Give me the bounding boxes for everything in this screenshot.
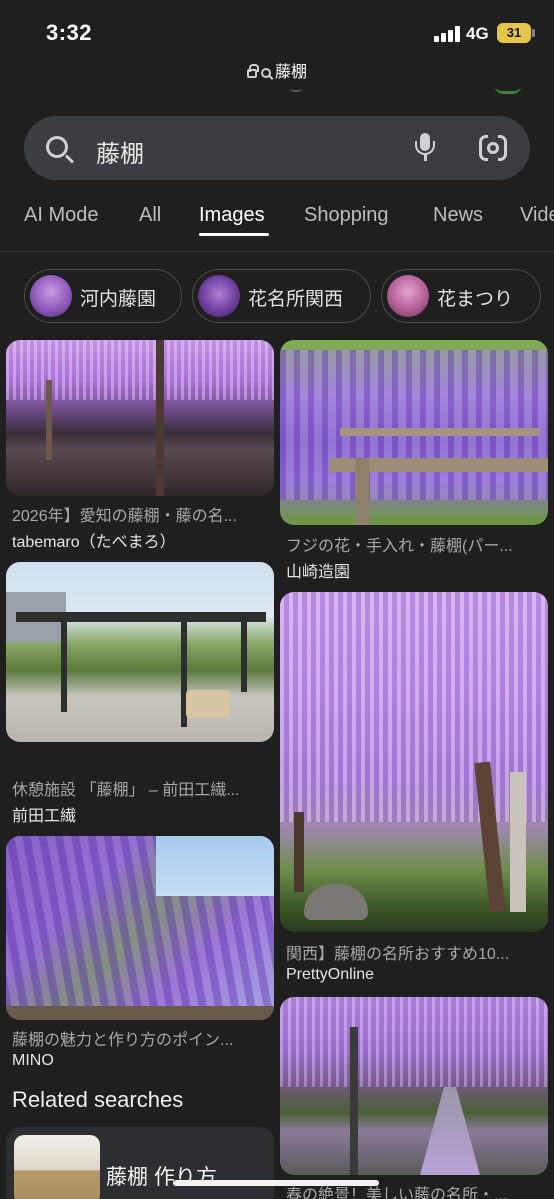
account-avatar-edge[interactable] <box>495 86 521 94</box>
result-title[interactable]: 藤棚の魅力と作り方のポイン... <box>12 1026 274 1050</box>
tab-ai-mode[interactable]: AI Mode <box>24 204 98 227</box>
result-source[interactable]: MINO <box>12 1052 54 1070</box>
result-image[interactable] <box>280 997 548 1175</box>
active-tab-indicator <box>199 233 269 236</box>
chip-kansai-spots[interactable]: 花名所関西 <box>192 269 371 323</box>
tab-all[interactable]: All <box>139 204 161 227</box>
microphone-icon[interactable] <box>414 133 436 165</box>
image-result[interactable]: 休憩施設 「藤棚」 – 前田工繊... 前田工繊 <box>6 562 274 825</box>
image-result[interactable]: 関西】藤棚の名所おすすめ10... PrettyOnline <box>280 592 548 984</box>
lock-icon <box>246 64 259 78</box>
related-search-item[interactable]: 藤棚 作り方 <box>6 1127 274 1199</box>
image-result[interactable]: フジの花・手入れ・藤棚(パー... 山崎造園 <box>280 340 548 582</box>
battery-icon: 31 <box>497 23 535 43</box>
result-source[interactable]: 前田工繊 <box>12 802 76 826</box>
search-input[interactable]: 藤棚 <box>96 134 144 169</box>
result-title[interactable]: フジの花・手入れ・藤棚(パー... <box>286 532 548 556</box>
result-image[interactable] <box>6 562 274 742</box>
chip-label: 花名所関西 <box>248 289 344 310</box>
search-tabs: AI Mode All Images Shopping News Vide <box>0 200 554 252</box>
image-result[interactable]: 2026年】愛知の藤棚・藤の名... tabemaro（たべまろ） <box>6 340 274 552</box>
related-search-label: 藤棚 作り方 <box>106 1166 217 1189</box>
network-type: 4G <box>466 24 489 43</box>
result-image[interactable] <box>6 340 274 496</box>
related-searches-heading: Related searches <box>12 1087 184 1112</box>
tab-shopping[interactable]: Shopping <box>304 204 389 227</box>
chip-label: 花まつり <box>437 289 514 310</box>
chip-thumbnail <box>30 275 72 317</box>
search-bar[interactable]: 藤棚 <box>24 116 530 180</box>
chip-label: 河内藤園 <box>80 289 157 310</box>
google-logo-edge <box>290 88 302 92</box>
image-result[interactable]: 春の絶景！美しい藤の名所・... <box>280 997 548 1199</box>
google-lens-icon[interactable] <box>479 132 507 164</box>
result-image[interactable] <box>280 592 548 932</box>
result-title[interactable]: 関西】藤棚の名所おすすめ10... <box>286 940 548 964</box>
home-indicator[interactable] <box>173 1180 379 1186</box>
image-result[interactable]: 藤棚の魅力と作り方のポイン... MINO <box>6 836 274 1076</box>
result-title[interactable]: 休憩施設 「藤棚」 – 前田工繊... <box>12 776 274 800</box>
search-small-icon <box>260 68 271 78</box>
address-text: 藤棚 <box>274 64 307 81</box>
tab-images[interactable]: Images <box>199 204 265 227</box>
search-icon[interactable] <box>46 136 68 158</box>
chip-thumbnail <box>198 275 240 317</box>
result-title[interactable]: 2026年】愛知の藤棚・藤の名... <box>12 502 274 526</box>
status-time: 3:32 <box>46 20 93 45</box>
signal-icon <box>434 26 460 42</box>
tab-videos[interactable]: Vide <box>520 204 554 227</box>
status-bar: 3:32 4G 31 藤棚 <box>0 0 554 90</box>
result-source[interactable]: tabemaro（たべまろ） <box>12 528 176 552</box>
result-image[interactable] <box>6 836 274 1020</box>
chip-flower-festival[interactable]: 花まつり <box>381 269 541 323</box>
tab-news[interactable]: News <box>433 204 483 227</box>
result-image[interactable] <box>280 340 548 525</box>
related-thumbnail <box>14 1135 100 1199</box>
chip-thumbnail <box>387 275 429 317</box>
result-source[interactable]: PrettyOnline <box>286 966 374 984</box>
chip-kawachi-fujien[interactable]: 河内藤園 <box>24 269 182 323</box>
result-source[interactable]: 山崎造園 <box>286 558 350 582</box>
address-bar[interactable]: 藤棚 <box>0 58 554 82</box>
